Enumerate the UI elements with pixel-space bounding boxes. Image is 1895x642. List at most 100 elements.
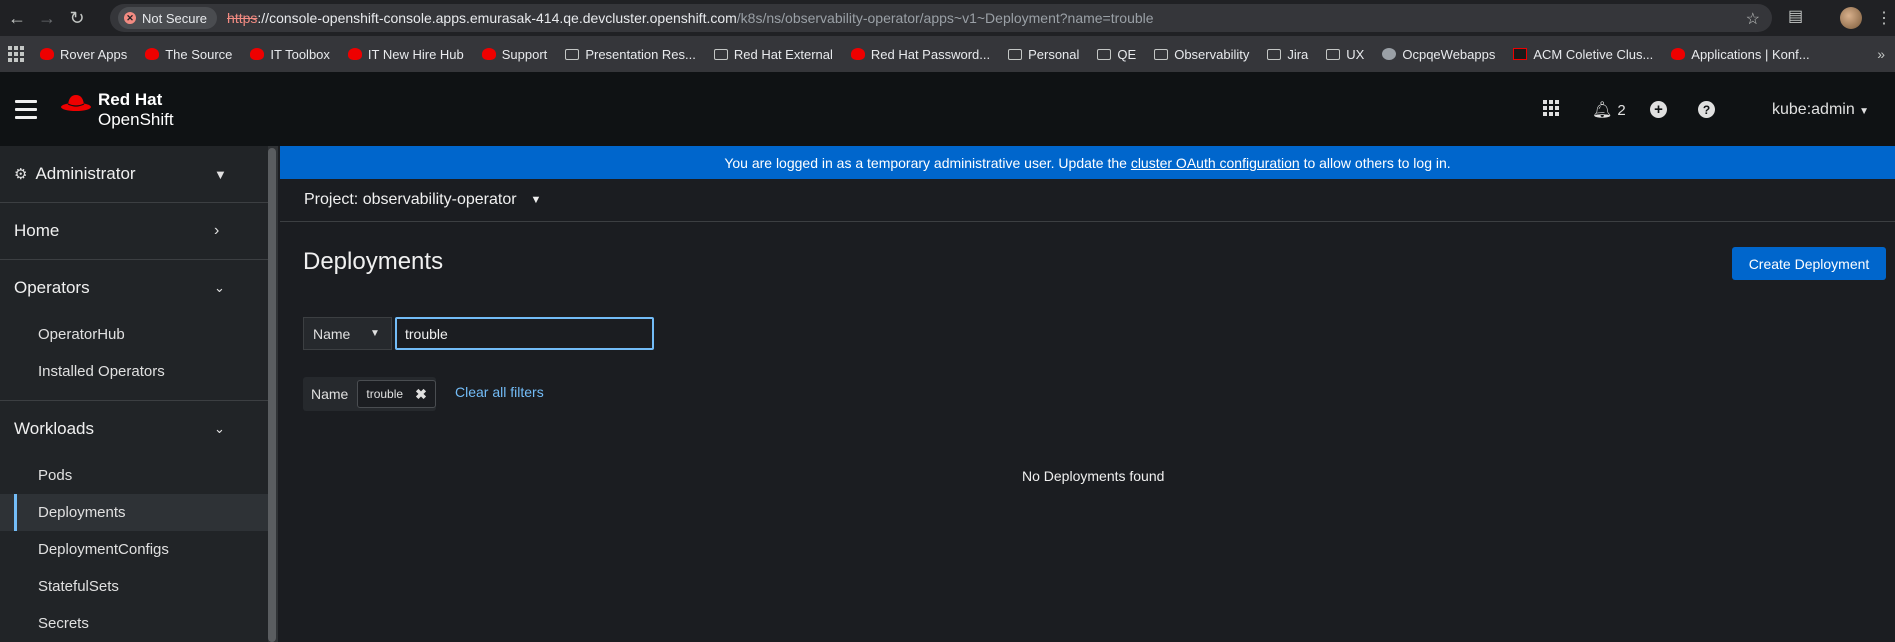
nav-item-installed-operators[interactable]: Installed Operators (0, 353, 269, 390)
profile-avatar[interactable] (1840, 7, 1862, 29)
bookmark-item[interactable]: UX (1326, 47, 1364, 62)
menu-kebab-icon[interactable]: ⋮ (1876, 8, 1892, 28)
address-bar[interactable]: ✕ Not Secure https://console-openshift-c… (110, 4, 1772, 32)
brand-line2: OpenShift (98, 110, 174, 129)
filter-type-label: Name (313, 325, 351, 342)
import-plus-icon[interactable]: + (1650, 101, 1667, 118)
empty-state-message: No Deployments found (1022, 468, 1165, 484)
perspective-switcher[interactable]: ⚙ Administrator ▼ (0, 146, 269, 203)
bookmark-item[interactable]: IT Toolbox (250, 47, 330, 62)
nav-sidebar: ⚙ Administrator ▼ Home › Operators ⌄ Ope… (0, 146, 270, 642)
bookmark-label: The Source (165, 46, 233, 62)
user-name: kube:admin (1772, 101, 1855, 118)
bookmark-label: UX (1346, 46, 1365, 62)
user-menu[interactable]: kube:admin ▼ (1772, 101, 1869, 119)
bookmark-item[interactable]: OcpqeWebapps (1382, 47, 1495, 62)
perspective-label: Administrator (35, 164, 136, 183)
sidebar-scrollbar-thumb[interactable] (268, 148, 276, 642)
url-host: ://console-openshift-console.apps.emuras… (257, 10, 737, 26)
bookmark-label: IT Toolbox (270, 46, 330, 62)
notification-count: 2 (1617, 101, 1626, 119)
bookmark-label: Rover Apps (60, 46, 128, 62)
bookmarks-overflow-icon[interactable]: » (1877, 46, 1885, 62)
bookmark-item[interactable]: Presentation Res... (565, 47, 696, 62)
bookmark-item[interactable]: Rover Apps (40, 47, 127, 62)
bookmark-label: Personal (1028, 46, 1080, 62)
name-filter-input[interactable] (395, 317, 654, 350)
acm-icon (1513, 48, 1528, 60)
create-deployment-button[interactable]: Create Deployment (1732, 247, 1886, 280)
project-selector[interactable]: Project: observability-operator ▼ (280, 179, 1895, 222)
bookmark-item[interactable]: The Source (145, 47, 232, 62)
bookmark-item[interactable]: Jira (1267, 47, 1308, 62)
nav-section-label: Home (14, 221, 60, 240)
url-text[interactable]: https://console-openshift-console.apps.e… (227, 10, 1154, 26)
folder-icon (1008, 48, 1023, 60)
security-chip[interactable]: ✕ Not Secure (118, 7, 218, 29)
bookmark-label: Presentation Res... (585, 46, 696, 62)
chevron-right-icon: › (214, 222, 220, 239)
cluster-banner: You are logged in as a temporary adminis… (280, 146, 1895, 179)
banner-text-end: to allow others to log in. (1299, 154, 1451, 171)
nav-section-toggle[interactable]: Operators ⌄ (0, 260, 269, 316)
chevron-down-icon: ⌄ (214, 280, 225, 295)
extensions-icon[interactable]: ▤ (1788, 6, 1808, 28)
nav-section-toggle[interactable]: Home › (0, 203, 269, 259)
redhat-icon (1671, 48, 1686, 60)
bell-icon: 🔔︎ (1592, 102, 1613, 119)
nav-section-toggle[interactable]: Workloads ⌄ (0, 401, 269, 457)
folder-icon (1154, 48, 1169, 60)
url-scheme: https (227, 10, 258, 26)
back-button[interactable]: ← (4, 5, 30, 31)
bookmark-item[interactable]: Support (481, 47, 547, 62)
bookmark-star-icon[interactable]: ☆ (1746, 9, 1760, 29)
redhat-icon (481, 48, 496, 60)
bookmark-item[interactable]: IT New Hire Hub (347, 46, 464, 62)
caret-down-icon: ▼ (214, 166, 227, 182)
nav-item-operatorhub[interactable]: OperatorHub (0, 316, 269, 353)
bookmark-item[interactable]: QE (1097, 47, 1136, 62)
bookmark-item[interactable]: Applications | Konf... (1671, 46, 1810, 62)
bookmark-label: Red Hat Password... (870, 46, 991, 62)
help-icon[interactable]: ? (1698, 101, 1715, 118)
redhat-icon (145, 48, 160, 60)
notifications-button[interactable]: 🔔︎ 2 (1592, 100, 1626, 120)
filter-chip-group: Name trouble ✖ (303, 377, 436, 411)
nav-item-deploymentconfigs[interactable]: DeploymentConfigs (0, 531, 269, 568)
reload-button[interactable]: ↻ (64, 5, 90, 31)
nav-section-workloads[interactable]: Workloads ⌄ Pods Deployments DeploymentC… (0, 401, 269, 642)
hamburger-menu-icon[interactable] (15, 100, 37, 124)
oauth-config-link[interactable]: cluster OAuth configuration (1131, 155, 1300, 171)
folder-icon (1097, 48, 1112, 60)
bookmark-item[interactable]: Personal (1008, 47, 1079, 62)
close-icon[interactable]: ✖ (415, 386, 427, 403)
brand-line1: Red Hat (98, 90, 163, 109)
folder-icon (713, 48, 728, 60)
redhat-icon (250, 48, 265, 60)
bookmark-label: Observability (1174, 46, 1250, 62)
filter-chip: trouble ✖ (357, 380, 436, 408)
masthead: Red Hat OpenShift 🔔︎ 2 + ? kube:admin ▼ (0, 72, 1895, 146)
bookmark-item[interactable]: ACM Coletive Clus... (1513, 47, 1653, 62)
bookmark-label: Applications | Konf... (1691, 46, 1810, 62)
nav-section-label: Operators (14, 278, 90, 297)
nav-item-deployments[interactable]: Deployments (0, 494, 269, 531)
folder-icon (1326, 48, 1341, 60)
bookmark-item[interactable]: Observability (1154, 47, 1249, 62)
nav-item-pods[interactable]: Pods (0, 457, 269, 494)
perspective-toggle[interactable]: ⚙ Administrator ▼ (0, 146, 269, 202)
bookmark-item[interactable]: Red Hat Password... (850, 46, 991, 62)
nav-item-statefulsets[interactable]: StatefulSets (0, 568, 269, 605)
filter-type-dropdown[interactable]: Name ▼ (303, 317, 392, 350)
forward-button[interactable]: → (34, 5, 60, 31)
bookmark-item[interactable]: Red Hat External (713, 47, 833, 62)
security-label: Not Secure (142, 10, 208, 26)
chip-value: trouble (366, 387, 404, 401)
clear-all-filters-link[interactable]: Clear all filters (455, 384, 544, 400)
bookmark-label: IT New Hire Hub (367, 46, 464, 62)
apps-grid-icon[interactable] (8, 46, 24, 62)
nav-section-operators[interactable]: Operators ⌄ OperatorHub Installed Operat… (0, 260, 269, 401)
nav-section-home[interactable]: Home › (0, 203, 269, 260)
application-launcher-icon[interactable] (1543, 100, 1559, 116)
nav-item-secrets[interactable]: Secrets (0, 605, 269, 642)
